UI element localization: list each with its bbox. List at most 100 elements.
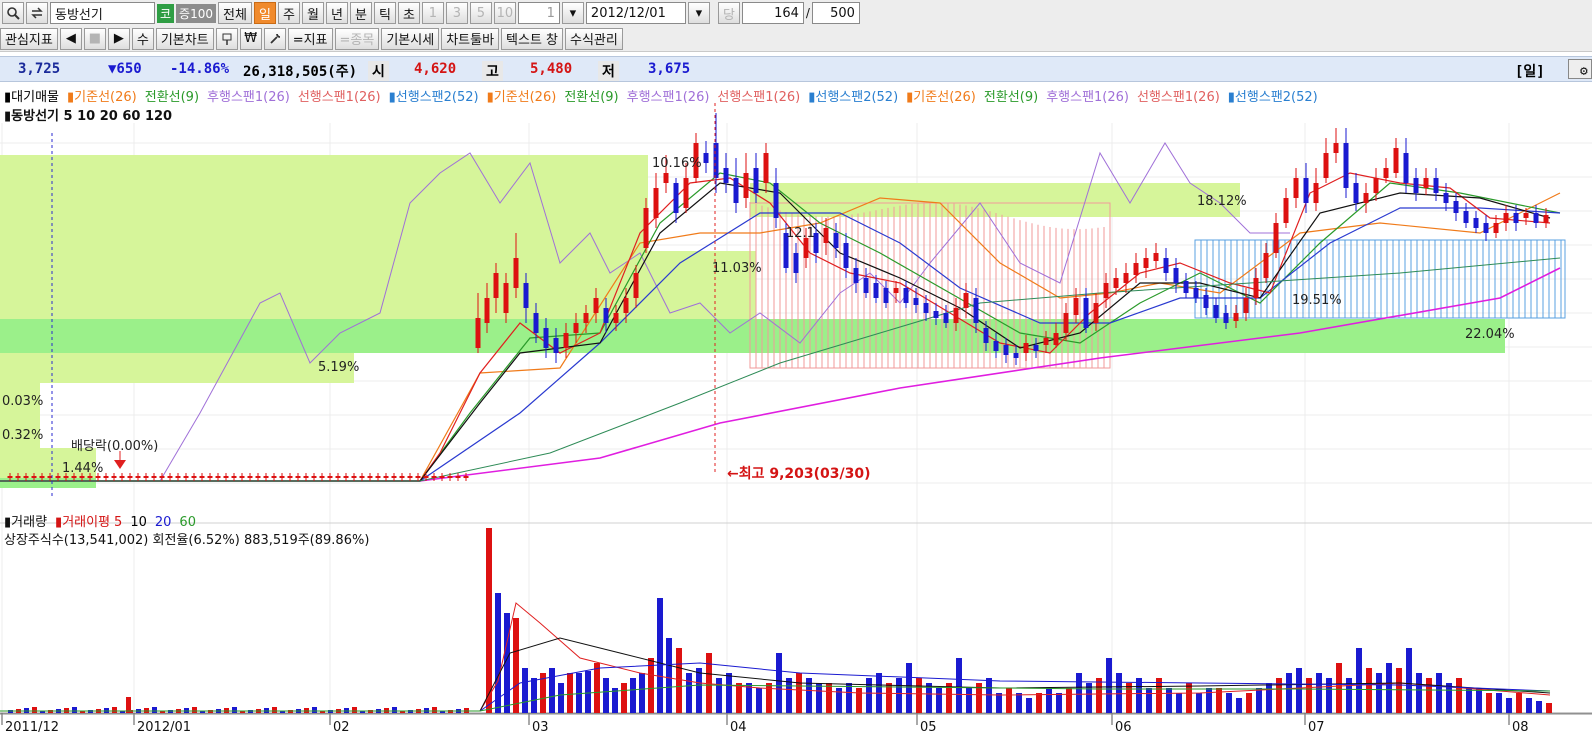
text-window-button[interactable]: 텍스트 창 <box>501 27 564 50</box>
volume-bar <box>1006 688 1012 713</box>
volume-profile-zone <box>0 353 354 383</box>
candle-body <box>383 476 389 478</box>
volume-bar <box>896 678 902 713</box>
period-day[interactable]: 일 <box>253 2 276 24</box>
volume-bar <box>786 678 792 713</box>
period-second[interactable]: 초 <box>397 2 420 24</box>
formula-button[interactable]: 수식관리 <box>565 27 623 50</box>
candle-body <box>1503 213 1509 223</box>
current-price: 3,725 <box>18 61 61 77</box>
period-tick[interactable]: 틱 <box>373 2 396 24</box>
volume-bar <box>648 658 654 713</box>
volume-bar <box>585 671 591 713</box>
volume-bar <box>676 648 682 713</box>
minute-step-3[interactable]: 3 <box>445 2 468 24</box>
volume-bar <box>816 683 822 713</box>
candle-body <box>513 258 519 288</box>
period-week[interactable]: 주 <box>277 2 300 24</box>
candle-body <box>1543 215 1549 223</box>
minute-step-10[interactable]: 10 <box>493 2 516 24</box>
candle-body <box>1153 253 1159 261</box>
dividend-label: 배당락(0.00%) <box>71 439 159 454</box>
interval-dropdown[interactable]: ▾ <box>561 2 584 24</box>
minute-step-1[interactable]: 1 <box>421 2 444 24</box>
price-change: ▼650 <box>108 61 142 77</box>
candle-body <box>71 476 77 478</box>
volume-bar <box>1456 678 1462 713</box>
x-axis-label: 08 <box>1512 720 1529 735</box>
volume-bar <box>1536 701 1542 713</box>
all-button[interactable]: 전체 <box>218 2 252 24</box>
date-field[interactable]: 2012/12/01 <box>585 2 686 24</box>
candle-body <box>55 476 61 478</box>
volume-bar <box>1316 673 1322 713</box>
volume-bar <box>1546 703 1552 713</box>
candle-body <box>359 476 365 478</box>
interval-select[interactable]: 1 <box>517 2 560 24</box>
volume-bar <box>531 678 537 713</box>
settings-button[interactable]: ⚙ <box>1568 59 1592 79</box>
candle-body <box>287 476 293 478</box>
candle-body <box>463 476 469 478</box>
open-value: 4,620 <box>414 61 457 77</box>
won-button[interactable]: ₩ <box>239 27 262 50</box>
candle-body <box>1283 198 1289 223</box>
indicator-button[interactable]: =지표 <box>287 27 333 50</box>
current-button[interactable]: 당 <box>717 2 740 24</box>
candle-body <box>1043 338 1049 345</box>
next-button[interactable]: ▶ <box>107 27 130 50</box>
volume-bar <box>1046 688 1052 713</box>
candle-body <box>1003 345 1009 355</box>
volume-bar <box>666 638 672 713</box>
chart-toolbar-button[interactable]: 차트툴바 <box>441 27 500 50</box>
volume-bar <box>1206 688 1212 713</box>
zone-pct-label: 1.44% <box>62 461 104 476</box>
volume-bar <box>1466 688 1472 713</box>
legend-item: 후행스팬1(26) <box>1046 90 1129 105</box>
prev-button[interactable]: ◀ <box>59 27 82 50</box>
period-month[interactable]: 월 <box>301 2 324 24</box>
candle-body <box>833 233 839 248</box>
legend-item: ▮대기매물 <box>4 90 59 105</box>
chart-area[interactable]: 2011/12 2012/01 02 03 04 05 06 07 08 ▮대기매물 ▮기준선(2… <box>0 83 1592 750</box>
period-minute[interactable]: 분 <box>349 2 372 24</box>
volume-bar <box>776 653 782 713</box>
candle-body <box>431 476 437 478</box>
period-tag: [일] <box>1515 64 1545 80</box>
volume-bar <box>312 707 317 713</box>
volume-bar <box>1196 693 1202 713</box>
open-label: 시 <box>368 61 389 81</box>
basic-quote-button[interactable]: 기본시세 <box>381 27 440 50</box>
candle-body <box>1523 213 1529 218</box>
x-axis-label: 02 <box>333 720 350 735</box>
search-button[interactable] <box>2 2 24 24</box>
candle-body <box>1213 305 1219 318</box>
candle-body <box>723 168 729 183</box>
tool-shovel-button[interactable] <box>215 27 238 50</box>
candle-body <box>255 476 261 478</box>
wrench-button[interactable] <box>263 27 286 50</box>
item-button[interactable]: =종목 <box>334 27 380 50</box>
swap-button[interactable] <box>26 2 48 24</box>
basic-chart-button[interactable]: 기본차트 <box>155 27 214 50</box>
volume-bar <box>352 707 357 713</box>
candle-body <box>843 243 849 268</box>
volume-bar <box>936 688 942 713</box>
watchlist-button[interactable]: 관심지표 <box>0 27 58 50</box>
stock-name-field[interactable]: 동방선기 <box>50 2 155 24</box>
count-field[interactable]: 164 <box>741 2 804 24</box>
candle-body <box>753 168 759 193</box>
period-year[interactable]: 년 <box>325 2 348 24</box>
volume-bar <box>1286 673 1292 713</box>
minute-step-5[interactable]: 5 <box>469 2 492 24</box>
candle-body <box>563 333 569 348</box>
date-dropdown[interactable]: ▾ <box>687 2 710 24</box>
count-total-field[interactable]: 500 <box>811 2 860 24</box>
volume-bar <box>1426 678 1432 713</box>
candle-body <box>223 476 229 478</box>
legend-item: 후행스팬1(26) <box>626 90 710 105</box>
price-chart[interactable]: 2011/12 2012/01 02 03 04 05 06 07 08 <box>0 83 1592 750</box>
edit-button[interactable]: 수 <box>131 27 154 50</box>
stop-button[interactable]: ■ <box>83 27 106 50</box>
wrench-icon <box>270 33 280 44</box>
